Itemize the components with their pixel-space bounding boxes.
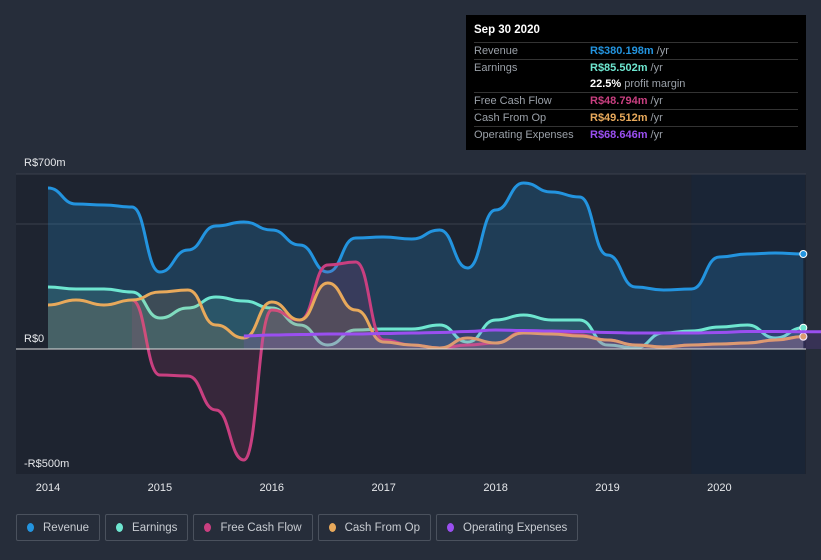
legend-dot-icon	[27, 523, 34, 532]
tooltip-row: Revenue R$380.198m /yr	[474, 42, 798, 59]
tooltip-unit: /yr	[647, 129, 663, 141]
tooltip-label: Operating Expenses	[474, 129, 574, 141]
x-tick-label: 2016	[260, 482, 284, 494]
tooltip-row: 22.5% profit margin	[474, 76, 798, 92]
tooltip: Sep 30 2020 Revenue R$380.198m /yr Earning…	[466, 15, 806, 150]
tooltip-value: R$68.646m /yr	[590, 127, 663, 143]
tooltip-value: R$85.502m /yr	[590, 60, 663, 76]
tooltip-value: R$380.198m /yr	[590, 43, 669, 59]
y-tick-label: R$700m	[24, 157, 66, 169]
tooltip-label: Cash From Op	[474, 112, 547, 124]
tooltip-amount: R$380.198m	[590, 45, 654, 57]
legend-label: Cash From Op	[344, 521, 421, 534]
legend-item-revenue[interactable]: Revenue	[16, 514, 101, 541]
legend-item-operating-expenses[interactable]: Operating Expenses	[436, 514, 579, 541]
x-tick-label: 2014	[36, 482, 60, 494]
legend-label: Earnings	[132, 521, 178, 534]
tooltip-amount: R$49.512m	[590, 112, 648, 124]
tooltip-row: Operating Expenses R$68.646m /yr	[474, 126, 798, 143]
tooltip-value: R$49.512m /yr	[590, 110, 663, 126]
legend-label: Operating Expenses	[463, 521, 568, 534]
tooltip-row: Earnings R$85.502m /yr	[474, 59, 798, 76]
legend-item-cash-from-op[interactable]: Cash From Op	[317, 514, 432, 541]
tooltip-unit: /yr	[647, 62, 663, 74]
tooltip-label: Revenue	[474, 45, 519, 57]
legend-dot-icon	[204, 523, 212, 532]
tooltip-unit: /yr	[647, 95, 663, 107]
x-tick-label: 2015	[148, 482, 172, 494]
series-endpoint	[799, 323, 808, 332]
x-tick-label: 2019	[595, 482, 619, 494]
y-tick-label: R$0	[24, 333, 44, 345]
tooltip-amount: R$68.646m	[590, 129, 648, 141]
y-tick-label: -R$500m	[24, 458, 69, 470]
legend-dot-icon	[328, 523, 336, 532]
tooltip-row: Free Cash Flow R$48.794m /yr	[474, 92, 798, 109]
tooltip-row: Cash From Op R$49.512m /yr	[474, 109, 798, 126]
legend: Revenue Earnings Free Cash Flow Cash From O…	[16, 514, 579, 541]
legend-dot-icon	[447, 523, 455, 532]
tooltip-unit: /yr	[647, 112, 663, 124]
x-tick-label: 2018	[483, 482, 507, 494]
tooltip-amount: R$48.794m	[590, 95, 648, 107]
legend-dot-icon	[116, 523, 124, 532]
legend-label: Free Cash Flow	[220, 521, 302, 534]
tooltip-label: Earnings	[474, 62, 518, 74]
tooltip-unit: /yr	[653, 45, 669, 57]
series-endpoint	[799, 250, 808, 258]
tooltip-unit: profit margin	[621, 78, 686, 90]
tooltip-value: 22.5% profit margin	[590, 76, 685, 92]
legend-item-earnings[interactable]: Earnings	[105, 514, 189, 541]
tooltip-amount: R$85.502m	[590, 62, 648, 74]
x-tick-label: 2020	[707, 482, 731, 494]
tooltip-label	[474, 76, 590, 92]
tooltip-label: Free Cash Flow	[474, 95, 552, 107]
tooltip-date: Sep 30 2020	[474, 24, 540, 36]
legend-label: Revenue	[43, 521, 90, 534]
x-tick-label: 2017	[371, 482, 395, 494]
tooltip-value: R$48.794m /yr	[590, 93, 663, 109]
legend-item-free-cash-flow[interactable]: Free Cash Flow	[193, 514, 313, 541]
tooltip-amount: 22.5%	[590, 78, 622, 90]
